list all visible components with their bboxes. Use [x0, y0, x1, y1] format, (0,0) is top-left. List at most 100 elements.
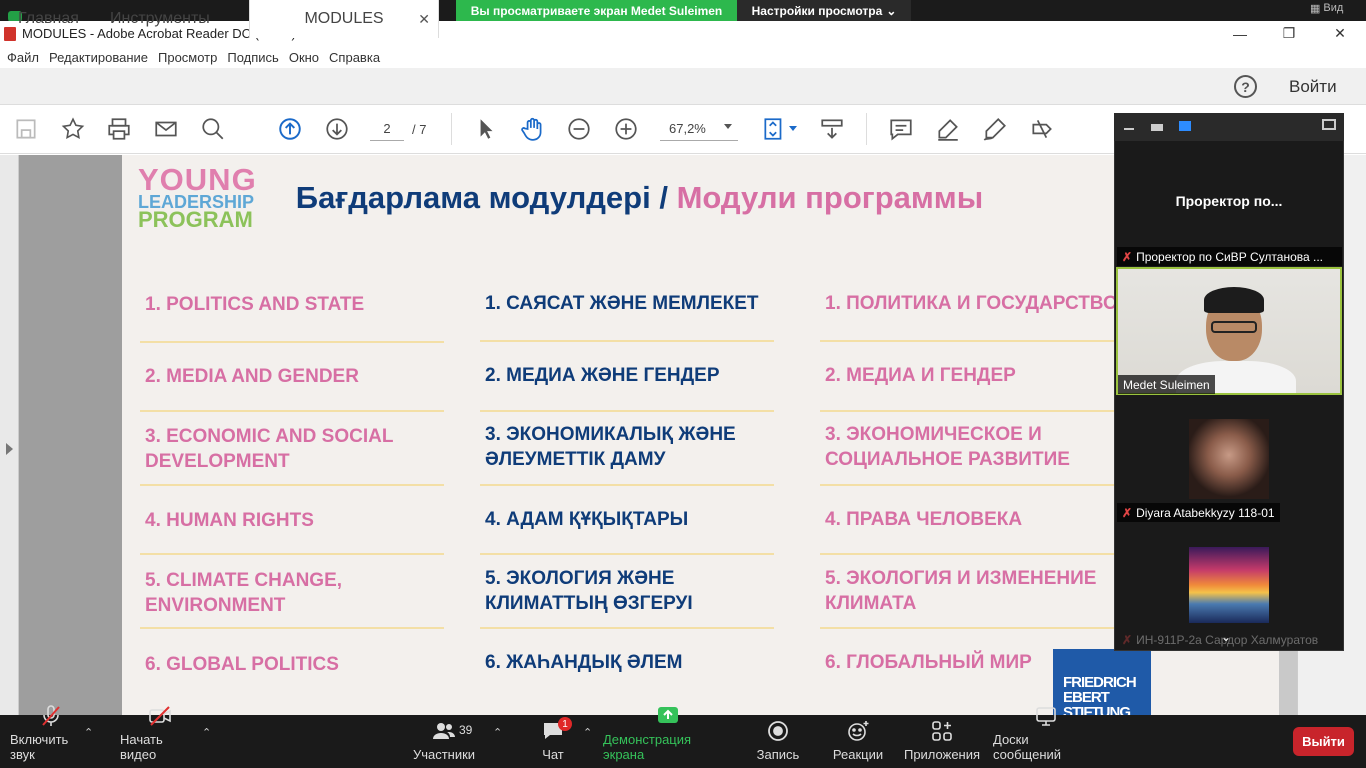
view-corner-button[interactable]: ▦ Вид [1310, 2, 1343, 15]
menu-edit[interactable]: Редактирование [49, 50, 148, 65]
module-en-2: 2. MEDIA AND GENDER [145, 366, 359, 387]
share-screen-icon [654, 704, 682, 728]
chevron-up-icon[interactable]: ⌃ [202, 726, 211, 739]
gallery-view-icon[interactable] [1179, 121, 1191, 131]
chevron-down-icon[interactable]: ⌄ [1221, 630, 1231, 644]
tab-document[interactable]: MODULES ✕ [249, 0, 439, 38]
restore-button[interactable]: ❐ [1266, 21, 1312, 46]
apps-button[interactable]: Приложения [902, 715, 982, 768]
muted-mic-icon: ✗ [1122, 505, 1133, 520]
comment-icon[interactable] [887, 115, 915, 143]
view-options-label: Настройки просмотра [751, 4, 883, 18]
tab-tools[interactable]: Инструменты [110, 0, 210, 37]
scroll-mode-icon[interactable] [818, 115, 846, 143]
participant-name: Проректор по СиВР Султанова ... [1136, 249, 1324, 264]
module-ru-2: 2. МЕДИА И ГЕНДЕР [825, 365, 1016, 386]
zoom-out-icon[interactable] [565, 115, 593, 143]
divider-line [140, 553, 444, 555]
save-icon[interactable] [12, 115, 40, 143]
bookmark-star-icon[interactable] [59, 115, 87, 143]
edit-tools-icon[interactable] [1028, 115, 1056, 143]
participant-avatar[interactable] [1189, 547, 1269, 623]
menu-window[interactable]: Окно [289, 50, 319, 65]
fit-page-icon[interactable] [760, 115, 788, 143]
help-icon[interactable]: ? [1234, 75, 1257, 98]
record-icon [764, 719, 792, 743]
unmute-button[interactable]: Включить звук [10, 705, 92, 768]
participant-label: ✗ Diyara Atabekkyzy 118-01 [1117, 503, 1280, 522]
reactions-button[interactable]: Реакции [830, 715, 886, 768]
search-icon[interactable] [199, 115, 227, 143]
page-title: Бағдарлама модулдері / Модули программы [122, 180, 1157, 216]
divider-line [820, 410, 1114, 412]
minimize-video-icon[interactable] [1124, 128, 1134, 130]
chevron-down-icon [724, 124, 732, 129]
page-up-icon[interactable] [276, 115, 304, 143]
fes-logo: FRIEDRICH EBERT STIFTUNG [1053, 649, 1151, 715]
title-kazakh: Бағдарлама модулдері [295, 180, 651, 215]
login-button[interactable]: Войти [1289, 77, 1337, 97]
divider-line [140, 627, 444, 629]
module-ru-3: 3. ЭКОНОМИЧЕСКОЕ И СОЦИАЛЬНОЕ РАЗВИТИЕ [825, 424, 1070, 470]
chevron-down-icon[interactable] [789, 126, 797, 131]
minimize-button[interactable]: — [1217, 21, 1263, 46]
highlight-pen-icon[interactable] [934, 115, 962, 143]
toolbar-divider [451, 113, 452, 145]
zoom-level-select[interactable]: 67,2% [660, 117, 738, 141]
muted-mic-icon: ✗ [1122, 632, 1133, 647]
email-icon[interactable] [152, 115, 180, 143]
print-icon[interactable] [105, 115, 133, 143]
divider-line [140, 341, 444, 343]
smile-icon [844, 719, 872, 743]
chevron-up-icon[interactable]: ⌃ [84, 726, 93, 739]
divider-line [480, 340, 774, 342]
module-kz-2: 2. МЕДИА ЖӘНЕ ГЕНДЕР [485, 365, 720, 386]
module-en-4: 4. HUMAN RIGHTS [145, 510, 314, 531]
person-glasses [1211, 321, 1257, 333]
zoom-in-icon[interactable] [612, 115, 640, 143]
start-video-button[interactable]: Начать видео [120, 706, 200, 768]
chevron-down-icon: ⌄ [886, 4, 897, 18]
record-button[interactable]: Запись [752, 715, 804, 768]
sign-icon[interactable] [981, 115, 1009, 143]
start-video-label: Начать видео [120, 732, 163, 762]
video-panel-header [1114, 113, 1344, 141]
chevron-up-icon[interactable]: ⌃ [583, 726, 592, 739]
share-screen-label: Демонстрация экрана [603, 732, 692, 762]
title-separator: / [650, 180, 677, 215]
tab-home[interactable]: Главная [18, 0, 79, 37]
view-corner-label: Вид [1323, 2, 1344, 14]
menu-view[interactable]: Просмотр [158, 50, 217, 65]
menu-sign[interactable]: Подпись [227, 50, 278, 65]
hand-tool-icon[interactable] [519, 115, 547, 143]
divider-line [820, 484, 1114, 486]
unmute-label: Включить звук [10, 732, 69, 762]
expand-video-icon[interactable] [1322, 119, 1336, 130]
divider-line [820, 627, 1114, 629]
module-kz-6: 6. ЖАҺАНДЫҚ ӘЛЕМ [485, 652, 683, 673]
page-number-input[interactable]: 2 [370, 117, 404, 141]
left-panel-toggle[interactable] [0, 155, 19, 715]
module-ru-4: 4. ПРАВА ЧЕЛОВЕКА [825, 509, 1023, 530]
title-russian: Модули программы [676, 180, 984, 215]
share-screen-button[interactable]: Демонстрация экрана [603, 707, 733, 768]
grid-icon: ▦ [1310, 3, 1321, 15]
whiteboards-button[interactable]: Доски сообщений [993, 707, 1099, 768]
divider-line [480, 553, 774, 555]
select-cursor-icon[interactable] [472, 115, 500, 143]
close-tab-icon[interactable]: ✕ [418, 11, 430, 28]
module-kz-1: 1. САЯСАТ ЖӘНЕ МЕМЛЕКЕТ [485, 293, 759, 314]
module-en-1: 1. POLITICS AND STATE [145, 294, 365, 315]
view-options-button[interactable]: Настройки просмотра ⌄ [737, 0, 911, 22]
divider-line [140, 410, 444, 412]
divider-line [820, 340, 1114, 342]
leave-meeting-button[interactable]: Выйти [1293, 727, 1354, 756]
chevron-up-icon[interactable]: ⌃ [493, 726, 502, 739]
tab-document-label: MODULES [304, 10, 384, 27]
close-window-button[interactable]: ✕ [1317, 21, 1363, 46]
menu-file[interactable]: Файл [7, 50, 39, 65]
participant-avatar[interactable] [1189, 419, 1269, 499]
speaker-view-icon[interactable] [1151, 124, 1163, 131]
menu-help[interactable]: Справка [329, 50, 380, 65]
page-down-icon[interactable] [323, 115, 351, 143]
